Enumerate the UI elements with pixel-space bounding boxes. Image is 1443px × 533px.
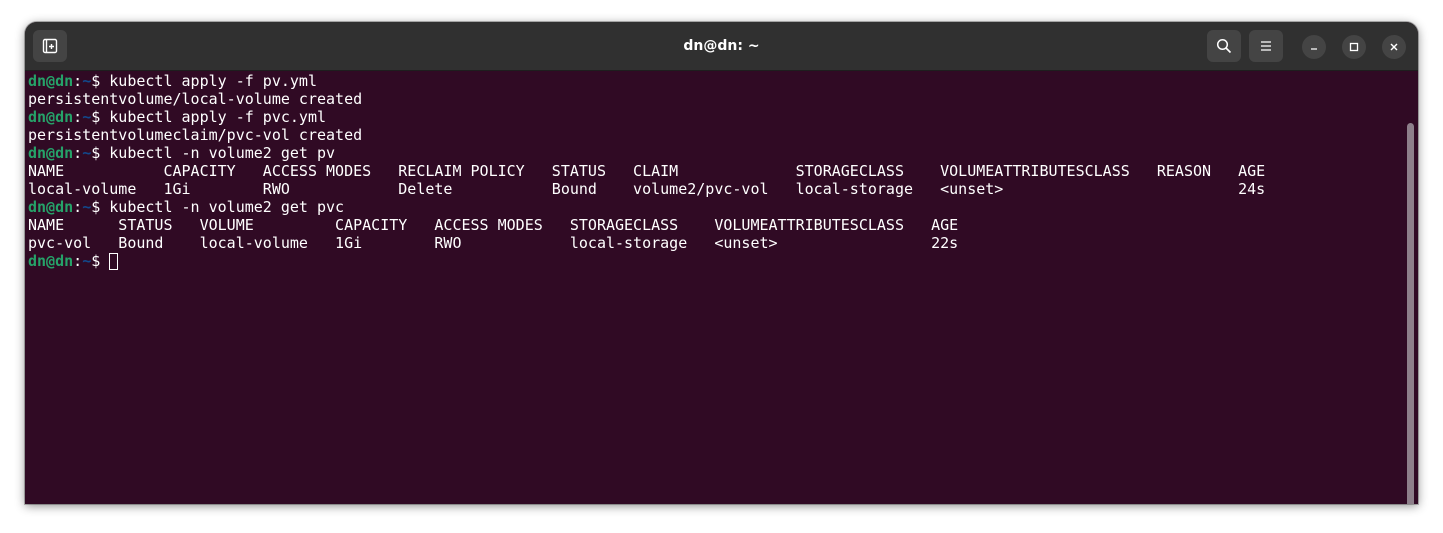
- prompt-path: ~: [82, 198, 92, 216]
- pvc-table-header: NAME STATUS VOLUME CAPACITY ACCESS MODES…: [28, 216, 959, 234]
- command-text: kubectl apply -f pvc.yml: [109, 108, 327, 126]
- close-icon: [1390, 43, 1398, 51]
- prompt-path: ~: [82, 72, 92, 90]
- prompt-symbol: $: [91, 198, 110, 216]
- prompt-separator: :: [73, 198, 83, 216]
- menu-icon: [1261, 41, 1271, 51]
- terminal-area[interactable]: dn@dn:~$ kubectl apply -f pv.yml persist…: [25, 71, 1418, 504]
- terminal-line-command: dn@dn:~$ kubectl apply -f pvc.yml: [28, 108, 1265, 126]
- prompt-separator: :: [73, 108, 83, 126]
- pv-table-header: NAME CAPACITY ACCESS MODES RECLAIM POLIC…: [28, 162, 1266, 180]
- command-text: kubectl -n volume2 get pvc: [109, 198, 345, 216]
- maximize-button[interactable]: [1342, 35, 1366, 59]
- pvc-table-row: pvc-vol Bound local-volume 1Gi RWO local…: [28, 234, 959, 252]
- terminal-line-prompt: dn@dn:~$: [28, 252, 1265, 270]
- command-text: kubectl -n volume2 get pv: [109, 144, 336, 162]
- maximize-icon: [1349, 42, 1359, 52]
- menu-button[interactable]: [1249, 30, 1283, 62]
- prompt-user-host: dn@dn: [28, 252, 74, 270]
- title-bar[interactable]: dn@dn: ~: [25, 22, 1418, 71]
- prompt-symbol: $: [91, 144, 110, 162]
- terminal-line-command: dn@dn:~$ kubectl -n volume2 get pv: [28, 144, 1265, 162]
- pv-table-row: local-volume 1Gi RWO Delete Bound volume…: [28, 180, 1266, 198]
- prompt-separator: :: [73, 144, 83, 162]
- prompt-path: ~: [82, 108, 92, 126]
- prompt-path: ~: [82, 144, 92, 162]
- prompt-separator: :: [73, 72, 83, 90]
- minimize-button[interactable]: [1302, 35, 1326, 59]
- search-icon: [1216, 38, 1232, 54]
- minimize-icon: [1311, 48, 1317, 50]
- terminal-line-output: persistentvolume/local-volume created: [28, 90, 363, 108]
- prompt-user-host: dn@dn: [28, 144, 74, 162]
- close-button[interactable]: [1382, 35, 1406, 59]
- terminal-lines: dn@dn:~$ kubectl apply -f pv.yml persist…: [28, 72, 1265, 270]
- text-cursor: [109, 253, 119, 270]
- prompt-separator: :: [73, 252, 83, 270]
- terminal-line-output: persistentvolumeclaim/pvc-vol created: [28, 126, 363, 144]
- prompt-path: ~: [82, 252, 92, 270]
- command-text: kubectl apply -f pv.yml: [109, 72, 317, 90]
- prompt-user-host: dn@dn: [28, 72, 74, 90]
- terminal-line-command: dn@dn:~$ kubectl apply -f pv.yml: [28, 72, 1265, 90]
- prompt-symbol: $: [91, 108, 110, 126]
- prompt-symbol: $: [91, 252, 110, 270]
- prompt-symbol: $: [91, 72, 110, 90]
- terminal-line-command: dn@dn:~$ kubectl -n volume2 get pvc: [28, 198, 1265, 216]
- prompt-user-host: dn@dn: [28, 198, 74, 216]
- prompt-user-host: dn@dn: [28, 108, 74, 126]
- terminal-window: dn@dn: ~ dn@dn:~$ kubectl apply -f pv.ym…: [25, 22, 1418, 504]
- search-button[interactable]: [1207, 30, 1241, 62]
- vertical-scrollbar[interactable]: [1407, 123, 1414, 504]
